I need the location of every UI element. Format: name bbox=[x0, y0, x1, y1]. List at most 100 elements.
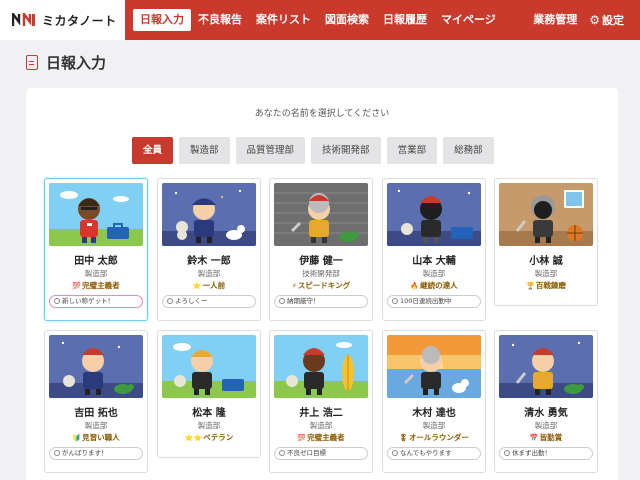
employee-card[interactable]: 木村 達也 製造部 🎖オールラウンダー なんでもやります bbox=[382, 330, 486, 473]
avatar bbox=[49, 183, 143, 246]
calendar-icon: 📅 bbox=[529, 434, 539, 442]
trophy-icon: 🏆 bbox=[526, 282, 535, 290]
status-text: なんでもやります bbox=[400, 449, 452, 457]
logo[interactable]: ミカタノート bbox=[0, 0, 125, 40]
status-message: 100日連続出勤中 bbox=[387, 295, 481, 308]
employee-badge: ⭐⭐ベテラン bbox=[158, 432, 260, 443]
employee-card[interactable]: 鈴木 一郎 製造部 ⭐一人前 よろしくー bbox=[157, 178, 261, 321]
settings-label: 設定 bbox=[602, 14, 624, 27]
employee-department: 製造部 bbox=[422, 269, 446, 278]
speech-bubble-icon bbox=[392, 450, 398, 456]
status-message: 休まず出勤！ bbox=[499, 447, 593, 460]
employee-card[interactable]: 山本 大輔 製造部 🔥継続の達人 100日連続出勤中 bbox=[382, 178, 486, 321]
employee-badge: 🎖オールラウンダー bbox=[383, 432, 485, 443]
nav-my-page[interactable]: マイページ bbox=[434, 9, 503, 31]
speech-bubble-icon bbox=[54, 450, 60, 456]
employee-card[interactable]: 吉田 拓也 製造部 🔰見習い職人 がんばります！ bbox=[44, 330, 148, 473]
employee-name: 井上 浩二 bbox=[299, 408, 343, 419]
badge-label: 完璧主義者 bbox=[82, 281, 120, 290]
avatar bbox=[274, 335, 368, 398]
gear-icon: ⚙ bbox=[589, 13, 600, 27]
filter-manufacturing[interactable]: 製造部 bbox=[179, 137, 230, 164]
logo-mark-icon bbox=[12, 13, 35, 26]
hundred-points-icon: 💯 bbox=[72, 282, 82, 290]
beginner-mark-icon: 🔰 bbox=[72, 434, 82, 442]
status-message: よろしくー bbox=[162, 295, 256, 308]
nav-defect-report[interactable]: 不良報告 bbox=[191, 9, 249, 31]
employee-name: 小林 誠 bbox=[529, 256, 563, 267]
speech-bubble-icon bbox=[167, 298, 173, 304]
speech-bubble-icon bbox=[279, 450, 285, 456]
badge-label: 継続の達人 bbox=[420, 281, 458, 290]
status-message: 納期厳守！ bbox=[274, 295, 368, 308]
nav-project-list[interactable]: 案件リスト bbox=[249, 9, 318, 31]
employee-card[interactable]: 伊藤 健一 技術開発部 ⚡スピードキング 納期厳守！ bbox=[269, 178, 373, 321]
filter-quality-control[interactable]: 品質管理部 bbox=[235, 137, 306, 164]
employee-name: 木村 達也 bbox=[412, 408, 456, 419]
employee-department: 製造部 bbox=[197, 269, 221, 278]
status-message: 新しい称ゲット！ bbox=[49, 295, 143, 308]
status-message: がんばります！ bbox=[49, 447, 143, 460]
logo-text: ミカタノート bbox=[42, 13, 117, 28]
badge-label: 完璧主義者 bbox=[307, 433, 345, 442]
status-text: よろしくー bbox=[175, 297, 208, 305]
employee-card[interactable]: 松本 隆 製造部 ⭐⭐ベテラン bbox=[157, 330, 261, 458]
avatar bbox=[387, 335, 481, 398]
speech-bubble-icon bbox=[279, 298, 285, 304]
employee-card[interactable]: 田中 太郎 製造部 💯完璧主義者 新しい称ゲット！ bbox=[44, 178, 148, 321]
employee-badge: 📅皆勤賞 bbox=[495, 432, 597, 443]
speech-bubble-icon bbox=[54, 298, 60, 304]
badge-label: 一人前 bbox=[202, 281, 226, 290]
status-text: 新しい称ゲット！ bbox=[62, 297, 114, 305]
select-name-prompt: あなたの名前を選択してください bbox=[254, 109, 390, 119]
avatar bbox=[387, 183, 481, 246]
employee-badge: 🔰見習い職人 bbox=[45, 432, 147, 443]
employee-badge: 🏆百戦錬磨 bbox=[495, 280, 597, 291]
star-icon: ⭐ bbox=[192, 282, 202, 290]
status-text: 不良ゼロ目標 bbox=[287, 449, 326, 457]
employee-name: 鈴木 一郎 bbox=[187, 256, 231, 267]
employee-name: 伊藤 健一 bbox=[299, 256, 343, 267]
badge-label: 皆勤賞 bbox=[539, 433, 563, 442]
status-text: 納期厳守！ bbox=[287, 297, 320, 305]
status-text: がんばります！ bbox=[62, 449, 108, 457]
speech-bubble-icon bbox=[504, 450, 510, 456]
employee-department: 製造部 bbox=[534, 421, 558, 430]
settings-button[interactable]: ⚙ 設定 bbox=[583, 9, 630, 31]
filter-sales[interactable]: 営業部 bbox=[386, 137, 438, 164]
nav-report-history[interactable]: 日報履歴 bbox=[376, 9, 434, 31]
page-title: 日報入力 bbox=[46, 54, 107, 72]
two-stars-icon: ⭐⭐ bbox=[184, 434, 203, 442]
badge-label: ベテラン bbox=[203, 433, 234, 442]
status-text: 休まず出勤！ bbox=[512, 449, 551, 457]
nav-daily-report[interactable]: 日報入力 bbox=[133, 9, 191, 31]
employee-name: 吉田 拓也 bbox=[74, 408, 118, 419]
employee-badge: 🔥継続の達人 bbox=[383, 280, 485, 291]
employee-badge: ⭐一人前 bbox=[158, 280, 260, 291]
employee-card[interactable]: 井上 浩二 製造部 💯完璧主義者 不良ゼロ目標 bbox=[269, 330, 373, 473]
employee-select-panel: あなたの名前を選択してください 全員 製造部 品質管理部 技術開発部 営業部 総… bbox=[26, 88, 618, 480]
employee-badge: 💯完璧主義者 bbox=[45, 280, 147, 291]
filter-all[interactable]: 全員 bbox=[132, 137, 174, 164]
avatar bbox=[499, 183, 593, 246]
employee-department: 製造部 bbox=[309, 421, 333, 430]
avatar bbox=[49, 335, 143, 398]
employee-card[interactable]: 清水 勇気 製造部 📅皆勤賞 休まず出勤！ bbox=[494, 330, 598, 473]
employee-name: 山本 大輔 bbox=[412, 256, 456, 267]
badge-label: 見習い職人 bbox=[82, 433, 120, 442]
badge-label: スピードキング bbox=[297, 281, 351, 290]
filter-general-affairs[interactable]: 総務部 bbox=[443, 137, 494, 164]
hundred-points-icon: 💯 bbox=[297, 434, 307, 442]
employee-name: 松本 隆 bbox=[192, 408, 226, 419]
top-nav-bar: ミカタノート 日報入力 不良報告 案件リスト 図面検索 日報履歴 マイページ 業… bbox=[0, 0, 640, 40]
medal-icon: 🎖 bbox=[399, 434, 408, 442]
nav-drawing-search[interactable]: 図面検索 bbox=[318, 9, 376, 31]
document-icon bbox=[26, 55, 38, 70]
avatar bbox=[162, 335, 256, 398]
employee-card[interactable]: 小林 誠 製造部 🏆百戦錬磨 bbox=[494, 178, 598, 306]
employee-department: 技術開発部 bbox=[302, 269, 340, 278]
nav-business-management[interactable]: 業務管理 bbox=[527, 9, 583, 31]
department-filter-bar: 全員 製造部 品質管理部 技術開発部 営業部 総務部 bbox=[132, 137, 494, 164]
filter-tech-development[interactable]: 技術開発部 bbox=[311, 137, 381, 164]
employee-department: 製造部 bbox=[197, 421, 221, 430]
